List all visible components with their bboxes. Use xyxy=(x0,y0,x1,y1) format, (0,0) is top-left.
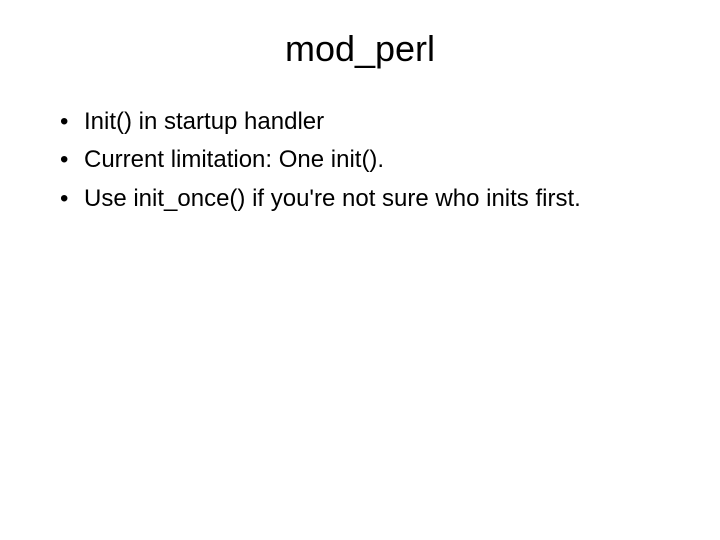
list-item: Init() in startup handler xyxy=(60,106,688,138)
bullet-list: Init() in startup handler Current limita… xyxy=(32,106,688,215)
list-item: Use init_once() if you're not sure who i… xyxy=(60,183,688,215)
list-item: Current limitation: One init(). xyxy=(60,144,688,176)
slide: mod_perl Init() in startup handler Curre… xyxy=(0,0,720,540)
slide-title: mod_perl xyxy=(32,28,688,70)
